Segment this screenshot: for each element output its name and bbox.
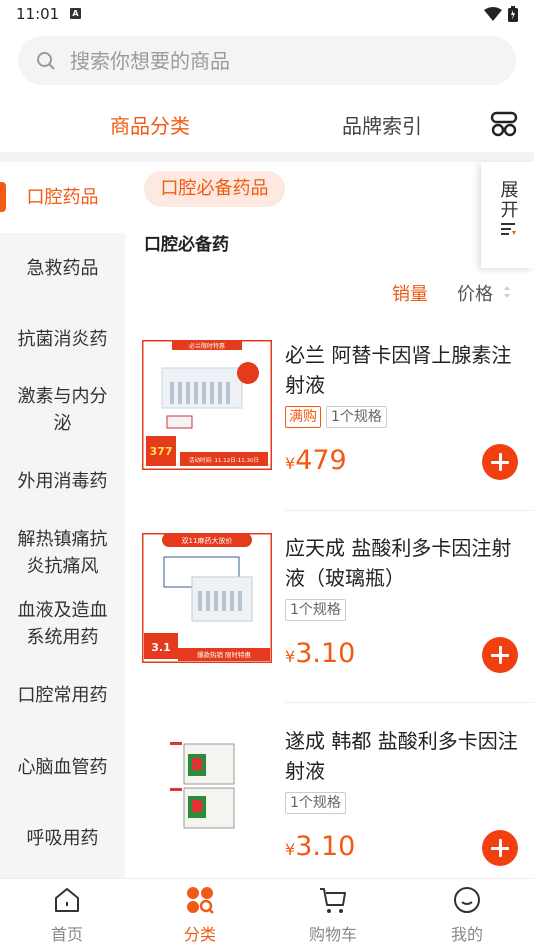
top-tabs: 商品分类 品牌索引 xyxy=(0,100,534,150)
category-sidebar: 口腔药品 急救药品 抗菌消炎药 激素与内分泌 外用消毒药 解热镇痛抗炎抗痛风 血… xyxy=(0,162,125,878)
cart-icon xyxy=(320,888,346,913)
sidebar-item-label: 呼吸用药 xyxy=(26,828,99,849)
notification-icon: A xyxy=(70,8,81,19)
price-value: 479 xyxy=(295,445,347,476)
product-badges: 1个规格 xyxy=(285,599,346,621)
nav-label: 分类 xyxy=(183,925,216,944)
product-price: ¥479 xyxy=(285,445,347,476)
product-image: 必兰限时特惠 377 活动时间: 11.12日-11.30日 xyxy=(142,340,272,470)
sidebar-item-respiratory[interactable]: 呼吸用药 xyxy=(0,825,125,852)
sort-price[interactable]: 价格 xyxy=(457,280,493,306)
status-bar: 11:01 A xyxy=(0,0,534,28)
sidebar-item-oral-drugs[interactable]: 口腔药品 xyxy=(0,162,125,233)
search-icon xyxy=(37,51,55,70)
add-to-cart-button[interactable] xyxy=(482,637,518,673)
view-toggle-icon[interactable] xyxy=(490,110,518,138)
sidebar-item-hormone[interactable]: 激素与内分泌 xyxy=(0,383,125,437)
sidebar-item-label: 解热镇痛抗炎抗痛风 xyxy=(17,529,108,577)
thumb-footer: 活动时间: 11.12日-11.30日 xyxy=(189,456,259,464)
sidebar-item-disinfect[interactable]: 外用消毒药 xyxy=(0,468,125,495)
spec-badge[interactable]: 1个规格 xyxy=(285,792,346,814)
sort-bar: 销量 价格 xyxy=(392,280,510,306)
sidebar-item-blood[interactable]: 血液及造血系统用药 xyxy=(0,597,125,651)
expand-label: 展开 xyxy=(497,180,519,220)
sidebar-item-cardio[interactable]: 心脑血管药 xyxy=(0,754,125,781)
product-image xyxy=(142,726,272,856)
sidebar-item-label: 口腔药品 xyxy=(26,187,99,208)
product-card[interactable]: 必兰限时特惠 377 活动时间: 11.12日-11.30日 必兰 阿替卡因肾上… xyxy=(125,320,534,510)
thumb-footer: 爆款热销 限时特惠 xyxy=(197,650,252,659)
nav-label: 我的 xyxy=(450,925,483,944)
sidebar-item-label: 血液及造血系统用药 xyxy=(17,600,108,648)
battery-icon xyxy=(508,6,518,22)
sidebar-item-label: 抗菌消炎药 xyxy=(17,329,108,350)
sidebar-item-label: 外用消毒药 xyxy=(17,471,108,492)
wifi-icon xyxy=(484,7,502,21)
currency-symbol: ¥ xyxy=(285,454,296,473)
row-divider xyxy=(285,510,534,511)
sort-sales[interactable]: 销量 xyxy=(392,284,428,305)
sidebar-item-label: 激素与内分泌 xyxy=(17,386,108,434)
product-price: ¥3.10 xyxy=(285,831,355,862)
product-name[interactable]: 应天成 盐酸利多卡因注射液（玻璃瓶） xyxy=(285,533,520,593)
product-image: 双11麻药大放价 3.1 爆款热销 限时特惠 xyxy=(142,533,272,663)
nav-profile[interactable]: 我的 xyxy=(427,885,507,945)
search-input[interactable] xyxy=(70,48,470,73)
section-divider xyxy=(0,152,534,162)
add-to-cart-button[interactable] xyxy=(482,830,518,866)
product-price: ¥3.10 xyxy=(285,638,355,669)
product-name[interactable]: 遂成 韩都 盐酸利多卡因注射液 xyxy=(285,726,520,786)
status-time: 11:01 xyxy=(16,5,60,23)
price-value: 3.10 xyxy=(295,831,356,862)
currency-symbol: ¥ xyxy=(285,840,296,859)
bottom-nav: 首页 分类 购物车 我的 xyxy=(0,878,534,950)
sidebar-item-antibacterial[interactable]: 抗菌消炎药 xyxy=(0,326,125,353)
status-right xyxy=(484,6,518,22)
profile-icon xyxy=(454,887,480,913)
sidebar-item-label: 急救药品 xyxy=(26,258,99,279)
currency-symbol: ¥ xyxy=(285,647,296,666)
subcategory-chip[interactable]: 口腔必备药品 xyxy=(144,171,285,207)
expand-list-icon xyxy=(500,223,516,235)
spec-badge[interactable]: 1个规格 xyxy=(326,406,387,428)
product-badges: 1个规格 xyxy=(285,792,346,814)
nav-label: 购物车 xyxy=(308,925,357,944)
product-name[interactable]: 必兰 阿替卡因肾上腺素注射液 xyxy=(285,340,520,400)
product-badges: 满购 1个规格 xyxy=(285,406,387,428)
tab-category[interactable]: 商品分类 xyxy=(110,110,190,139)
spec-badge[interactable]: 1个规格 xyxy=(285,599,346,621)
tab-brand-index[interactable]: 品牌索引 xyxy=(342,110,422,139)
thumb-banner: 双11麻药大放价 xyxy=(182,536,233,545)
nav-label: 首页 xyxy=(50,925,83,944)
sidebar-item-antipyretic[interactable]: 解热镇痛抗炎抗痛风 xyxy=(0,526,125,580)
nav-cart[interactable]: 购物车 xyxy=(293,885,373,945)
nav-category[interactable]: 分类 xyxy=(160,885,240,945)
section-title: 口腔必备药 xyxy=(144,235,229,255)
sort-arrows-icon[interactable] xyxy=(503,285,511,299)
thumb-price: 3.1 xyxy=(151,641,171,654)
thumb-banner: 必兰限时特惠 xyxy=(189,342,225,350)
sidebar-item-label: 口腔常用药 xyxy=(17,685,108,706)
product-card[interactable]: 遂成 韩都 盐酸利多卡因注射液 1个规格 ¥3.10 xyxy=(125,706,534,896)
category-icon xyxy=(187,887,214,914)
add-to-cart-button[interactable] xyxy=(482,444,518,480)
price-value: 3.10 xyxy=(295,638,356,669)
sidebar-item-first-aid[interactable]: 急救药品 xyxy=(0,255,125,282)
thumb-price: 377 xyxy=(150,445,173,458)
search-bar[interactable] xyxy=(18,36,516,85)
sidebar-item-label: 心脑血管药 xyxy=(17,757,108,778)
sidebar-item-oral-common[interactable]: 口腔常用药 xyxy=(0,682,125,709)
expand-button[interactable]: 展开 xyxy=(481,162,534,268)
home-icon xyxy=(55,888,79,912)
promo-badge: 满购 xyxy=(285,406,321,428)
product-card[interactable]: 双11麻药大放价 3.1 爆款热销 限时特惠 应天成 盐酸利多卡因注射液（玻璃瓶… xyxy=(125,513,534,703)
nav-home[interactable]: 首页 xyxy=(27,885,107,945)
row-divider xyxy=(285,702,534,703)
